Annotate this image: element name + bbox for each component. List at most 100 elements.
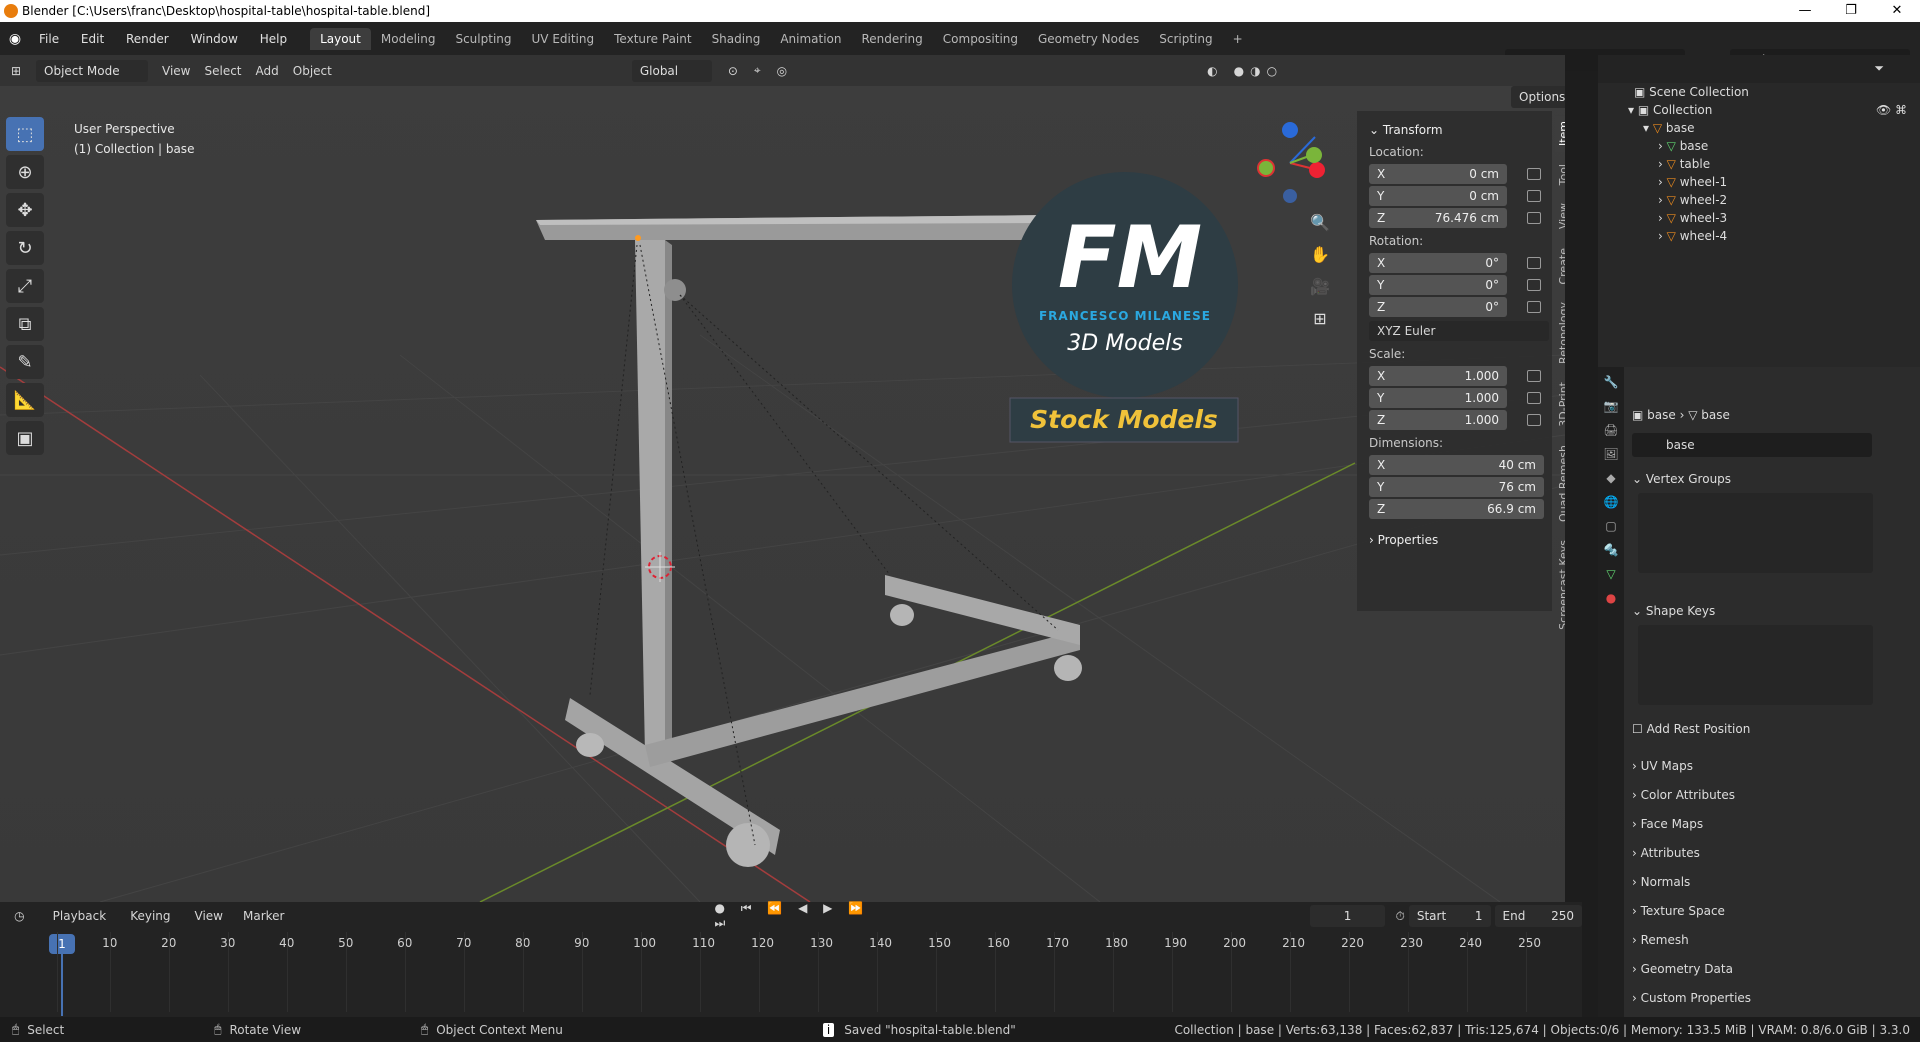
- zoom-icon[interactable]: 🔍: [1308, 211, 1332, 235]
- section-uv-maps[interactable]: › UV Maps: [1632, 754, 1693, 778]
- object-props-icon[interactable]: ▢: [1602, 519, 1620, 535]
- location-y-field[interactable]: Y0 cm: [1369, 185, 1507, 206]
- tab-tool[interactable]: Tool: [1555, 158, 1565, 191]
- editor-type-icon[interactable]: ⊞: [0, 64, 32, 78]
- snap-icon[interactable]: ⌖: [754, 63, 761, 78]
- tab-item[interactable]: Item: [1555, 115, 1565, 153]
- location-x-field[interactable]: X0 cm: [1369, 163, 1507, 184]
- section-custom-properties[interactable]: › Custom Properties: [1632, 986, 1751, 1010]
- section-vertex-groups[interactable]: ⌄ Vertex Groups: [1632, 467, 1731, 491]
- render-shading-icon[interactable]: ○: [1267, 64, 1277, 78]
- tab-layout[interactable]: Layout: [310, 27, 371, 50]
- menu-view[interactable]: View: [162, 64, 190, 78]
- tab-geometry-nodes[interactable]: Geometry Nodes: [1028, 28, 1149, 50]
- menu-file[interactable]: File: [30, 32, 68, 46]
- rotation-x-field[interactable]: X 0°: [1369, 252, 1507, 273]
- visibility-eye-icon[interactable]: 👁 ⌘: [1876, 101, 1907, 119]
- select-box-icon[interactable]: ⬚: [6, 117, 44, 151]
- clock-icon[interactable]: ⏱: [1395, 909, 1404, 924]
- filter-icon[interactable]: ⏷: [1874, 61, 1884, 76]
- timeline-view-menu[interactable]: View: [195, 909, 223, 923]
- scale-y-field[interactable]: Y 1.000: [1369, 387, 1507, 408]
- mesh-name-field[interactable]: base: [1632, 433, 1872, 457]
- tab-scripting[interactable]: Scripting: [1149, 28, 1222, 50]
- add-rest-position-checkbox[interactable]: ☐ Add Rest Position: [1632, 717, 1750, 741]
- menu-window[interactable]: Window: [182, 32, 247, 46]
- close-button[interactable]: ✕: [1874, 0, 1920, 22]
- scale-z-field[interactable]: Z 1.000: [1369, 409, 1507, 430]
- section-color-attributes[interactable]: › Color Attributes: [1632, 783, 1735, 807]
- start-frame-field[interactable]: Start 1: [1408, 905, 1491, 927]
- lock-icon[interactable]: [1527, 413, 1541, 426]
- render-props-icon[interactable]: 📷: [1602, 399, 1620, 415]
- solid-shading-icon[interactable]: ●: [1234, 64, 1244, 78]
- add-workspace-icon[interactable]: +: [1223, 28, 1253, 50]
- section-shape-keys[interactable]: ⌄ Shape Keys: [1632, 599, 1715, 623]
- rotation-y-field[interactable]: Y 0°: [1369, 274, 1507, 295]
- tab-quad-remesh[interactable]: Quad Remesh: [1555, 439, 1565, 528]
- transform-tool-icon[interactable]: ⧉: [6, 307, 44, 341]
- lock-icon[interactable]: [1527, 278, 1541, 291]
- modifier-props-icon[interactable]: 🔩: [1602, 543, 1620, 559]
- dimension-y-field[interactable]: Y 76 cm: [1369, 476, 1544, 497]
- location-z-field[interactable]: Z 76.476 cm: [1369, 207, 1507, 228]
- section-face-maps[interactable]: › Face Maps: [1632, 812, 1703, 836]
- transform-header[interactable]: ⌄ Transform: [1369, 123, 1544, 137]
- lock-icon[interactable]: [1527, 211, 1541, 224]
- menu-select[interactable]: Select: [204, 64, 241, 78]
- lock-icon[interactable]: [1527, 300, 1541, 313]
- end-frame-field[interactable]: End 250: [1494, 905, 1582, 927]
- outliner-item-base-object[interactable]: ▾ ▽ base: [1643, 119, 1695, 137]
- rotation-z-field[interactable]: Z 0°: [1369, 296, 1507, 317]
- pan-hand-icon[interactable]: ✋: [1308, 243, 1332, 267]
- lock-icon[interactable]: [1527, 256, 1541, 269]
- overlays-icon[interactable]: ◐: [1207, 64, 1217, 78]
- add-cube-tool-icon[interactable]: ▣: [6, 421, 44, 455]
- lock-icon[interactable]: [1527, 189, 1541, 202]
- section-remesh[interactable]: › Remesh: [1632, 928, 1689, 952]
- tab-3d-print[interactable]: 3D-Print: [1555, 376, 1565, 433]
- timeline-editor-icon[interactable]: ◷: [0, 909, 39, 923]
- scene-collection-row[interactable]: ▣ Scene Collection: [1634, 83, 1749, 101]
- tab-create[interactable]: Create: [1555, 242, 1565, 291]
- menu-edit[interactable]: Edit: [72, 32, 113, 46]
- playback-menu[interactable]: Playback: [53, 909, 107, 923]
- tool-props-icon[interactable]: 🔧: [1602, 375, 1620, 391]
- tab-rendering[interactable]: Rendering: [852, 28, 933, 50]
- tab-retopology[interactable]: Retopology: [1555, 296, 1565, 370]
- frame-ruler[interactable]: 1102030405060708090100110120130140150160…: [0, 936, 1582, 956]
- outliner-item-table[interactable]: › ▽ table: [1658, 155, 1710, 173]
- output-props-icon[interactable]: 🖨: [1602, 423, 1620, 439]
- tab-animation[interactable]: Animation: [770, 28, 851, 50]
- outliner-item-wheel-3[interactable]: › ▽ wheel-3: [1658, 209, 1727, 227]
- rotate-tool-icon[interactable]: ↻: [6, 231, 44, 265]
- section-normals[interactable]: › Normals: [1632, 870, 1690, 894]
- keying-menu[interactable]: Keying: [130, 909, 170, 923]
- pivot-icon[interactable]: ⊙: [728, 64, 738, 78]
- lock-icon[interactable]: [1527, 369, 1541, 382]
- scene-props-icon[interactable]: ◆: [1602, 471, 1620, 487]
- outliner-item-wheel-1[interactable]: › ▽ wheel-1: [1658, 173, 1727, 191]
- playback-controls[interactable]: ● ⏮ ⏪ ◀ ▶ ⏩ ⏭: [714, 901, 889, 931]
- cursor-tool-icon[interactable]: ⊕: [6, 155, 44, 189]
- vertex-groups-list[interactable]: [1638, 493, 1873, 573]
- annotate-tool-icon[interactable]: ✎: [6, 345, 44, 379]
- playhead-frame[interactable]: 1: [49, 934, 75, 954]
- world-props-icon[interactable]: 🌐: [1602, 495, 1620, 511]
- dimension-z-field[interactable]: Z 66.9 cm: [1369, 498, 1544, 519]
- lock-icon[interactable]: [1527, 391, 1541, 404]
- proportional-icon[interactable]: ◎: [777, 64, 787, 78]
- data-props-icon[interactable]: ▽: [1602, 567, 1620, 583]
- view-layer-props-icon[interactable]: 🖼: [1602, 447, 1620, 463]
- tab-modeling[interactable]: Modeling: [371, 28, 446, 50]
- 3d-viewport[interactable]: FM FRANCESCO MILANESE 3D Models Stock Mo…: [0, 55, 1565, 902]
- current-frame-field[interactable]: 1: [1309, 905, 1386, 927]
- menu-render[interactable]: Render: [117, 32, 178, 46]
- shape-keys-list[interactable]: [1638, 625, 1873, 705]
- minimize-button[interactable]: —: [1782, 0, 1828, 22]
- rotation-mode-dropdown[interactable]: XYZ Euler: [1369, 321, 1549, 341]
- dimension-x-field[interactable]: X 40 cm: [1369, 454, 1544, 475]
- measure-tool-icon[interactable]: 📐: [6, 383, 44, 417]
- menu-add[interactable]: Add: [256, 64, 279, 78]
- tab-texture-paint[interactable]: Texture Paint: [604, 28, 701, 50]
